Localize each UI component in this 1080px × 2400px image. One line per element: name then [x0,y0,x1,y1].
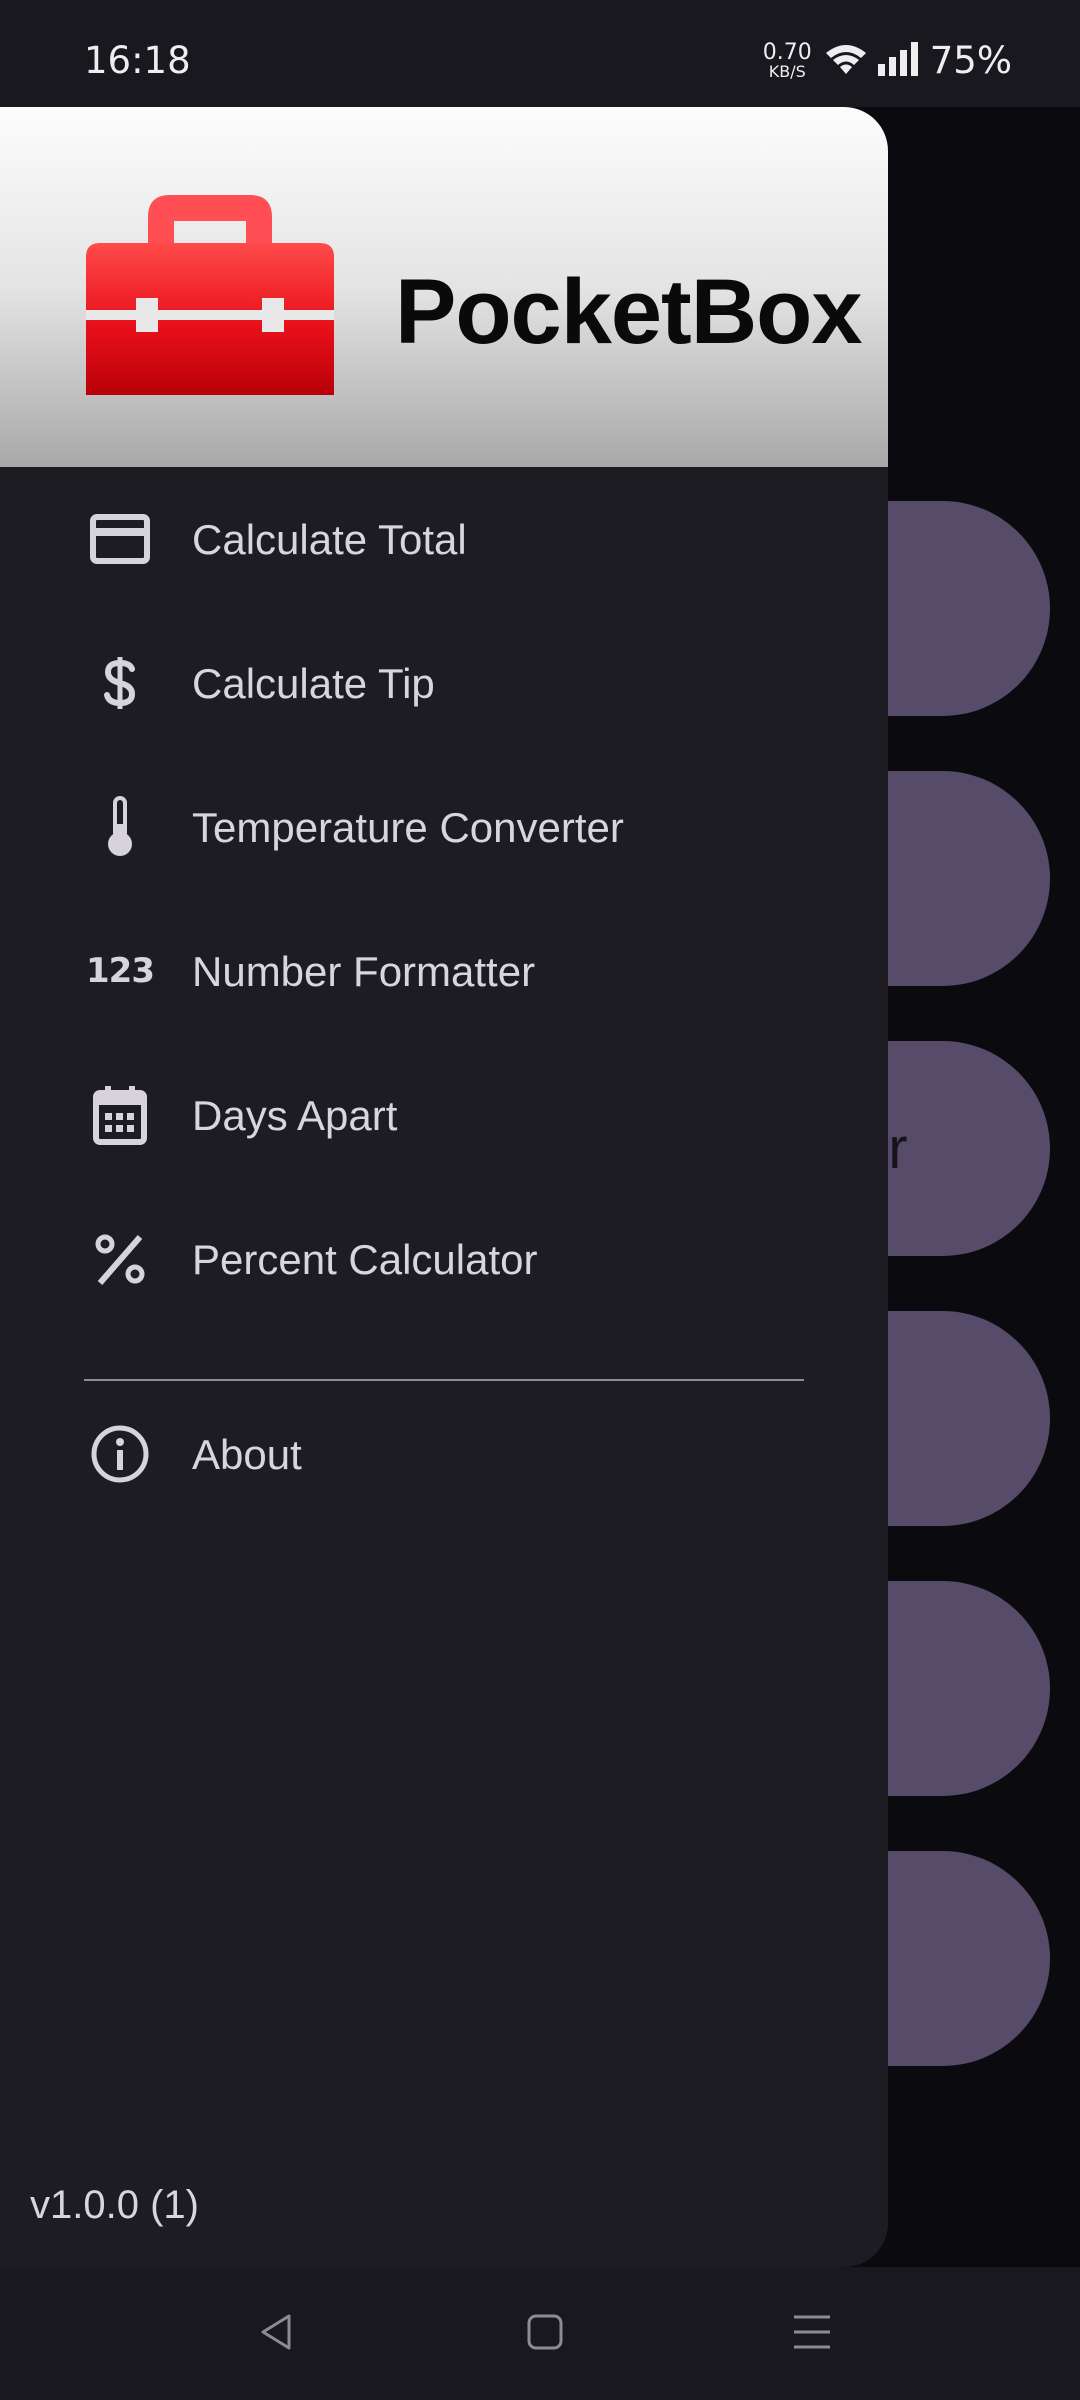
menu-item-calculate-tip[interactable]: Calculate Tip [0,611,888,755]
network-speed: 0.70 KB/S [763,42,812,80]
back-icon[interactable] [247,2307,307,2357]
numbers-123-icon-text: 123 [86,951,155,991]
menu-item-calculate-total[interactable]: Calculate Total [0,467,888,611]
menu-item-days-apart[interactable]: Days Apart [0,1043,888,1187]
wifi-icon [824,41,868,81]
menu-item-label: Days Apart [192,1092,398,1139]
percent-icon [84,1229,156,1289]
menu-item-temperature-converter[interactable]: Temperature Converter [0,755,888,899]
menu-divider [84,1379,804,1381]
toolbox-icon [86,195,334,395]
home-icon[interactable] [515,2307,575,2357]
menu-item-label: Calculate Total [192,516,467,563]
app-version: v1.0.0 (1) [30,2183,199,2227]
recents-icon[interactable] [782,2307,842,2357]
network-speed-unit: KB/S [768,62,806,81]
info-icon [84,1424,156,1484]
navigation-drawer: PocketBox Calculate Total Calculate Tip [0,107,888,2267]
signal-icon [877,42,920,80]
menu-item-label: About [192,1431,302,1478]
thermometer-icon [84,796,156,857]
status-time: 16:18 [84,39,191,82]
menu-item-about[interactable]: About [0,1382,888,1526]
menu-item-label: Number Formatter [192,948,536,995]
menu-item-label: Temperature Converter [192,804,624,851]
calendar-icon [84,1085,156,1145]
credit-card-icon [84,509,156,569]
menu-item-number-formatter[interactable]: 123 Number Formatter [0,899,888,1043]
drawer-header: PocketBox [0,107,888,467]
menu-item-percent-calculator[interactable]: Percent Calculator [0,1187,888,1331]
menu-item-label: Percent Calculator [192,1236,538,1283]
status-indicators: 0.70 KB/S 75% [763,36,1012,86]
numbers-123-icon: 123 [84,941,156,1001]
menu-item-label: Calculate Tip [192,660,435,707]
app-name: PocketBox [395,261,862,363]
network-speed-value: 0.70 [762,40,812,65]
dollar-icon [84,653,156,713]
status-bar: 16:18 0.70 KB/S 75% [0,0,1080,107]
system-navigation-bar [0,2267,1080,2400]
battery-percentage: 75% [929,39,1012,82]
